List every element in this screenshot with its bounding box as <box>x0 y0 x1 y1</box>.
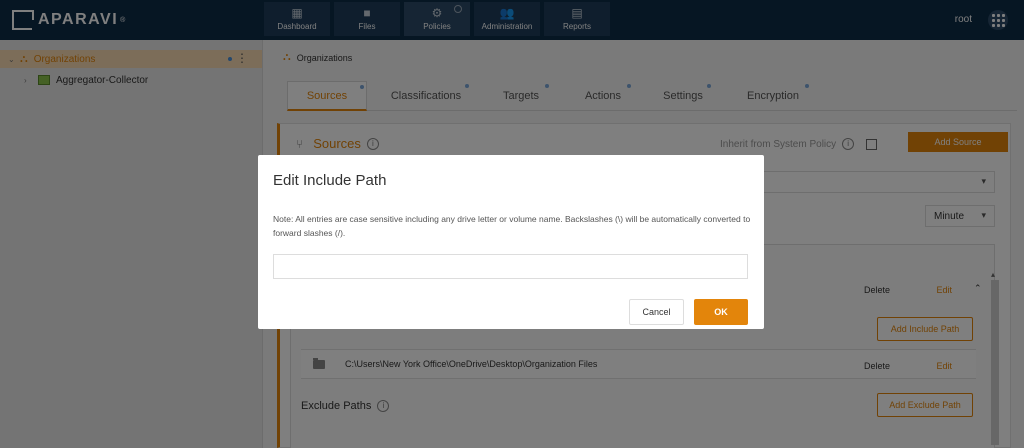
ok-button[interactable]: OK <box>694 299 748 325</box>
dialog-title: Edit Include Path <box>273 172 387 189</box>
edit-include-path-dialog: Edit Include Path Note: All entries are … <box>258 155 764 329</box>
dialog-note: Note: All entries are case sensitive inc… <box>273 214 751 238</box>
include-path-input[interactable] <box>273 254 748 279</box>
cancel-button[interactable]: Cancel <box>629 299 684 325</box>
